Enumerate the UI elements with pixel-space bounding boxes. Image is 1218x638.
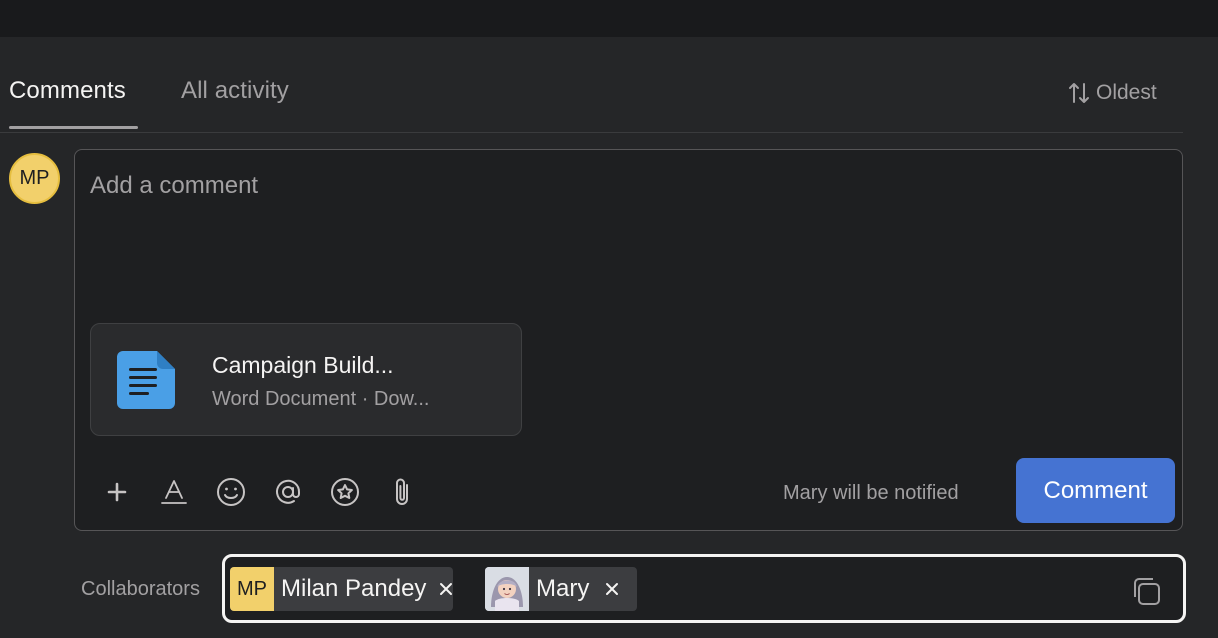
sort-button[interactable]: Oldest [1068,81,1157,105]
comment-input[interactable]: Add a comment [90,172,258,200]
active-tab-indicator [9,126,138,129]
collaborators-field[interactable]: MP Milan Pandey Mary [222,554,1186,623]
attachment-subtitle: Word Document · Dow... [212,388,430,410]
collaborators-label: Collaborators [81,578,200,600]
remove-collaborator-icon[interactable] [602,579,622,599]
notify-text: Mary will be notified [783,482,959,504]
attachment-title: Campaign Build... [212,352,394,378]
tab-bar: Comments All activity Oldest [0,37,1183,133]
avatar [485,567,529,611]
top-bar [0,0,1218,37]
collaborator-name: Mary [536,575,590,602]
paperclip-icon[interactable] [384,474,420,510]
tab-all-activity[interactable]: All activity [181,77,289,105]
comment-submit-button[interactable]: Comment [1016,458,1175,523]
tab-comments[interactable]: Comments [9,77,126,105]
sort-arrows-icon [1068,81,1090,105]
current-user-avatar: MP [9,153,60,204]
document-icon [117,351,177,414]
attachment-card[interactable]: Campaign Build... Word Document · Dow... [90,323,522,436]
sort-label: Oldest [1096,81,1157,104]
composer-toolbar [99,474,441,510]
emoji-icon[interactable] [213,474,249,510]
star-icon[interactable] [327,474,363,510]
collaborator-chip: MP Milan Pandey [230,567,453,611]
remove-collaborator-icon[interactable] [439,579,453,599]
comment-composer[interactable]: Add a comment Campaign Build... Word Doc… [74,149,1183,531]
mention-icon[interactable] [270,474,306,510]
collaborator-chip: Mary [485,567,637,611]
plus-icon[interactable] [99,474,135,510]
text-format-icon[interactable] [156,474,192,510]
collaborator-name: Milan Pandey [281,575,427,602]
avatar: MP [230,567,274,611]
copy-icon[interactable] [1130,575,1162,612]
